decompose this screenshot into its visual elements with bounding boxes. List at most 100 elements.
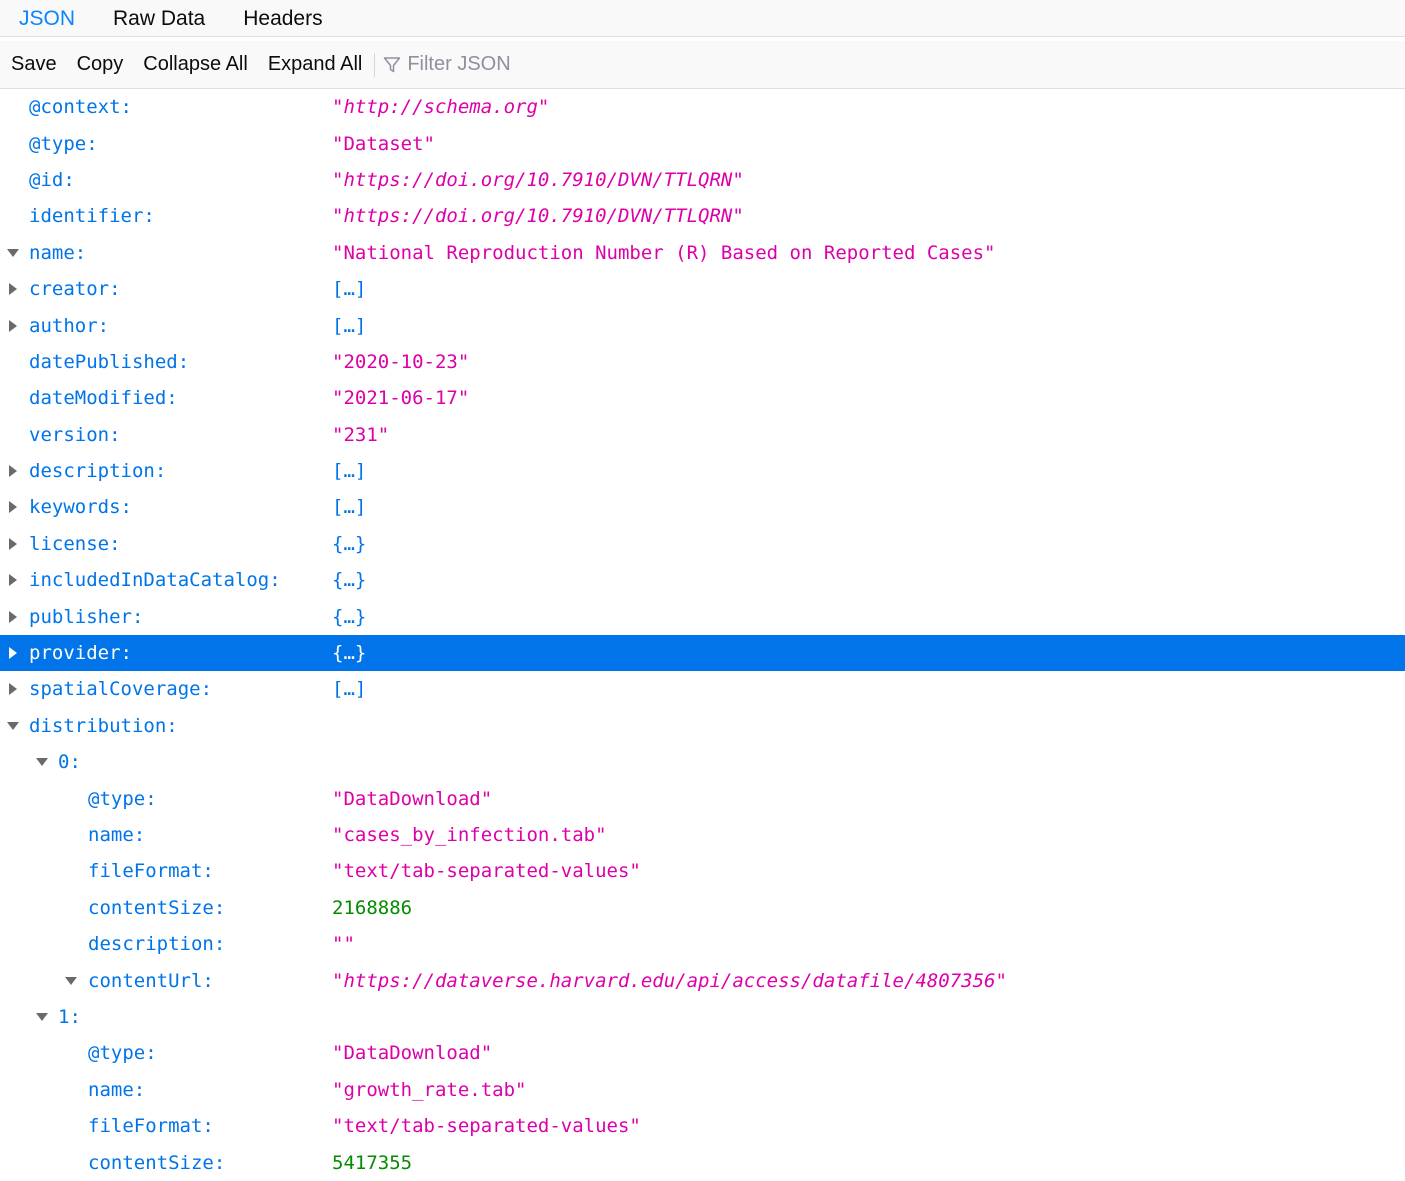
expand-toggle-icon[interactable] — [6, 282, 20, 296]
json-row-dist0-file-format[interactable]: fileFormat: "text/tab-separated-values" — [0, 853, 1405, 889]
json-row-description[interactable]: description: […] — [0, 453, 1405, 489]
json-value: "http://schema.org" — [332, 96, 550, 119]
expand-toggle-icon[interactable] — [6, 500, 20, 514]
json-value: "https://doi.org/10.7910/DVN/TTLQRN" — [332, 168, 744, 191]
json-key: description: — [88, 933, 226, 956]
filter-json-input[interactable] — [407, 53, 708, 76]
json-row-spatial-coverage[interactable]: spatialCoverage: […] — [0, 671, 1405, 707]
json-key: @type: — [88, 1042, 157, 1065]
json-toolbar: Save Copy Collapse All Expand All — [0, 41, 1405, 89]
json-row-context[interactable]: @context: "http://schema.org" — [0, 89, 1405, 125]
json-key: datePublished: — [29, 350, 190, 373]
json-value: "text/tab-separated-values" — [332, 1115, 641, 1138]
tab-raw-data[interactable]: Raw Data — [94, 0, 224, 37]
json-row-dist1-name[interactable]: name: "growth_rate.tab" — [0, 1072, 1405, 1108]
json-row-dist0-content-size[interactable]: contentSize: 2168886 — [0, 890, 1405, 926]
json-key: dateModified: — [29, 387, 178, 410]
json-value: 2168886 — [332, 896, 413, 919]
expand-toggle-icon[interactable] — [6, 319, 20, 333]
json-key: version: — [29, 423, 121, 446]
json-value: "Dataset" — [332, 132, 435, 155]
json-value: {…} — [332, 532, 367, 555]
expand-toggle-icon[interactable] — [35, 1010, 49, 1024]
expand-toggle-icon[interactable] — [6, 610, 20, 624]
toolbar-divider — [374, 52, 376, 77]
json-key: includedInDataCatalog: — [29, 569, 281, 592]
expand-toggle-icon[interactable] — [6, 464, 20, 478]
json-key: author: — [29, 314, 110, 337]
filter-box[interactable] — [383, 41, 708, 88]
json-key: spatialCoverage: — [29, 678, 213, 701]
tab-bar: JSON Raw Data Headers — [0, 0, 1405, 37]
json-row-distribution[interactable]: distribution: — [0, 708, 1405, 744]
json-value: "DataDownload" — [332, 1042, 493, 1065]
json-row-dist0-content-url[interactable]: contentUrl: "https://dataverse.harvard.e… — [0, 962, 1405, 998]
json-key: contentSize: — [88, 1151, 226, 1174]
json-row-identifier[interactable]: identifier: "https://doi.org/10.7910/DVN… — [0, 198, 1405, 234]
json-row-distribution-0[interactable]: 0: — [0, 744, 1405, 780]
json-row-creator[interactable]: creator: […] — [0, 271, 1405, 307]
json-value: "2021-06-17" — [332, 387, 470, 410]
json-key: license: — [29, 532, 121, 555]
json-key: 1: — [58, 1005, 81, 1028]
json-value: "National Reproduction Number (R) Based … — [332, 241, 996, 264]
expand-toggle-icon[interactable] — [6, 719, 20, 733]
json-row-included-in-data-catalog[interactable]: includedInDataCatalog: {…} — [0, 562, 1405, 598]
json-key: contentUrl: — [88, 969, 214, 992]
json-row-publisher[interactable]: publisher: {…} — [0, 598, 1405, 634]
json-value: {…} — [332, 642, 367, 665]
json-row-provider[interactable]: provider: {…} — [0, 634, 1405, 672]
json-row-dist1-file-format[interactable]: fileFormat: "text/tab-separated-values" — [0, 1108, 1405, 1144]
json-key: fileFormat: — [88, 860, 214, 883]
json-value: {…} — [332, 569, 367, 592]
json-value: {…} — [332, 605, 367, 628]
expand-toggle-icon[interactable] — [6, 246, 20, 260]
json-value: […] — [332, 496, 367, 519]
json-row-id[interactable]: @id: "https://doi.org/10.7910/DVN/TTLQRN… — [0, 162, 1405, 198]
json-row-name[interactable]: name: "National Reproduction Number (R) … — [0, 235, 1405, 271]
json-row-dist1-type[interactable]: @type: "DataDownload" — [0, 1035, 1405, 1071]
filter-icon — [384, 56, 401, 72]
json-value: "growth_rate.tab" — [332, 1078, 527, 1101]
json-key: creator: — [29, 278, 121, 301]
expand-toggle-icon[interactable] — [6, 537, 20, 551]
json-value: "231" — [332, 423, 390, 446]
expand-toggle-icon[interactable] — [64, 974, 78, 988]
json-value: "https://doi.org/10.7910/DVN/TTLQRN" — [332, 205, 744, 228]
json-row-author[interactable]: author: […] — [0, 307, 1405, 343]
json-value: 5417355 — [332, 1151, 413, 1174]
collapse-all-button[interactable]: Collapse All — [133, 41, 258, 88]
json-key: @type: — [88, 787, 157, 810]
save-button[interactable]: Save — [0, 41, 67, 88]
json-key: 0: — [58, 751, 81, 774]
json-row-date-modified[interactable]: dateModified: "2021-06-17" — [0, 380, 1405, 416]
json-tree: @context: "http://schema.org" @type: "Da… — [0, 89, 1405, 1181]
json-value: "text/tab-separated-values" — [332, 860, 641, 883]
json-value: […] — [332, 314, 367, 337]
expand-toggle-icon[interactable] — [6, 646, 20, 660]
json-row-dist0-description[interactable]: description: "" — [0, 926, 1405, 962]
json-row-dist0-type[interactable]: @type: "DataDownload" — [0, 780, 1405, 816]
json-value: […] — [332, 678, 367, 701]
expand-toggle-icon[interactable] — [6, 682, 20, 696]
expand-toggle-icon[interactable] — [6, 573, 20, 587]
json-key: provider: — [29, 642, 132, 665]
json-row-license[interactable]: license: {…} — [0, 526, 1405, 562]
json-key: distribution: — [29, 714, 178, 737]
json-row-version[interactable]: version: "231" — [0, 417, 1405, 453]
expand-all-button[interactable]: Expand All — [258, 41, 373, 88]
json-row-dist1-content-size[interactable]: contentSize: 5417355 — [0, 1144, 1405, 1180]
copy-button[interactable]: Copy — [67, 41, 134, 88]
json-key: name: — [88, 824, 146, 846]
tab-json[interactable]: JSON — [0, 0, 94, 37]
json-key: name: — [29, 241, 87, 264]
json-row-date-published[interactable]: datePublished: "2020-10-23" — [0, 344, 1405, 380]
expand-toggle-icon[interactable] — [35, 755, 49, 769]
json-row-keywords[interactable]: keywords: […] — [0, 489, 1405, 525]
json-key: keywords: — [29, 496, 132, 519]
tab-headers[interactable]: Headers — [224, 0, 341, 37]
json-row-type[interactable]: @type: "Dataset" — [0, 125, 1405, 161]
json-row-dist0-name[interactable]: name: "cases_by_infection.tab" — [0, 817, 1405, 853]
json-value: "2020-10-23" — [332, 350, 470, 373]
json-row-distribution-1[interactable]: 1: — [0, 999, 1405, 1035]
